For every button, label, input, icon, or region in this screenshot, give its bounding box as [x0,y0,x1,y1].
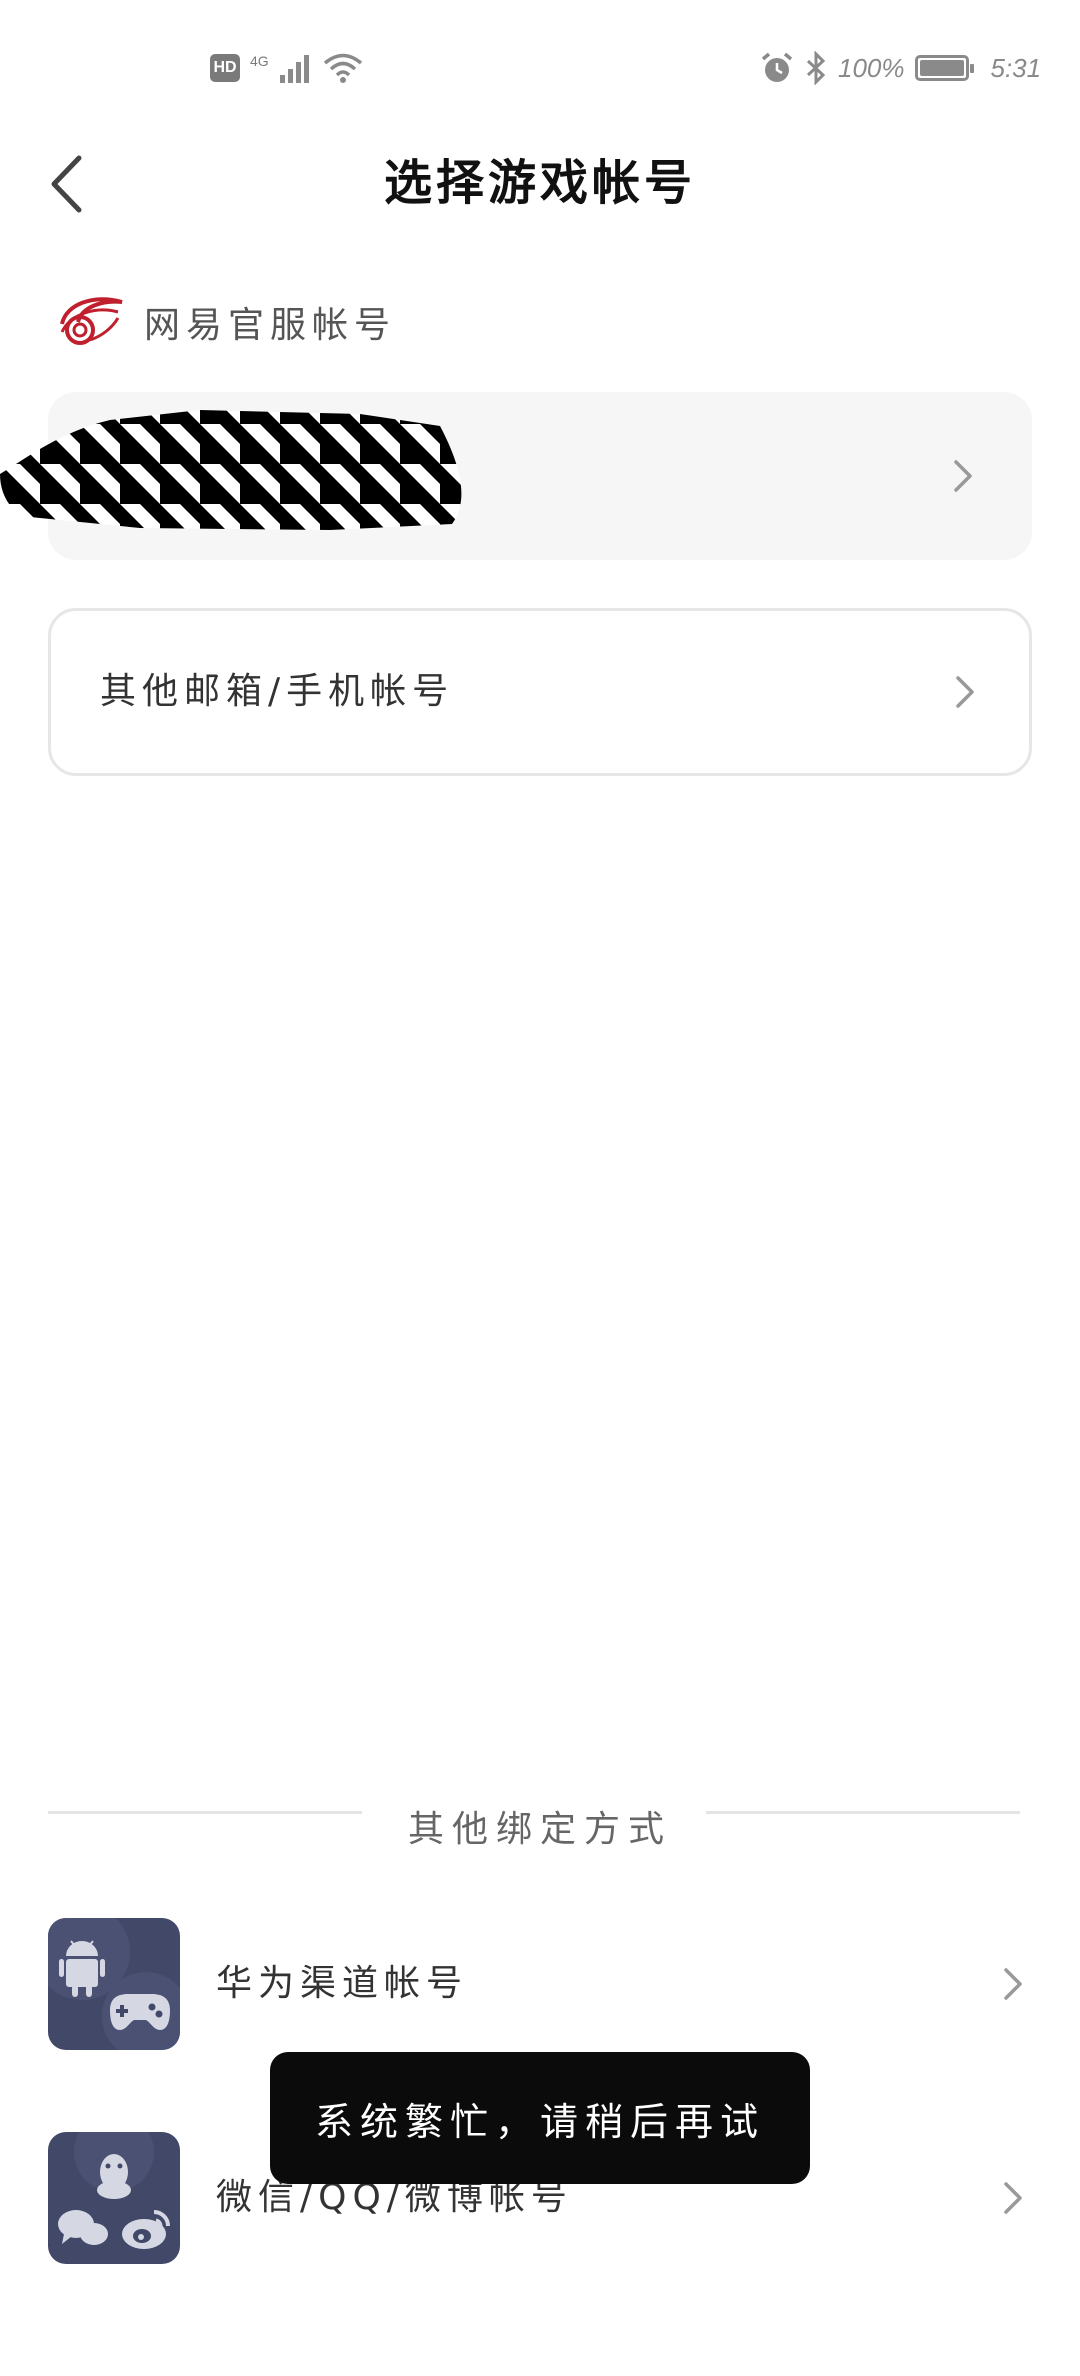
wifi-icon [323,53,362,83]
page-title: 选择游戏帐号 [383,155,696,211]
section-label: 网易官服帐号 [144,305,397,346]
netease-section-header: 网易官服帐号 [56,294,396,350]
signal-icon [279,55,309,83]
battery-fill [919,60,964,76]
wechat-icon [58,2210,108,2245]
redacted-account-name [0,410,462,530]
huawei-channel-icon [48,1918,180,2050]
battery-icon [914,55,974,81]
status-bar: HD 4G 100% 5:31 [0,0,1080,140]
social-icons [58,2132,170,2249]
social-accounts-icon [48,2132,180,2264]
divider-line-right [706,1811,1020,1814]
chevron-right-icon [1004,2182,1022,2214]
alarm-icon [761,52,793,82]
clock: 5:31 [990,52,1042,83]
chevron-right-icon [954,460,972,492]
chevron-right-icon [1004,1968,1022,2000]
divider-label: 其他绑定方式 [407,1809,672,1850]
toast: 系统繁忙，请稍后再试 [270,2052,810,2184]
android-gamepad-icon [48,1918,180,2050]
toast-message: 系统繁忙，请稍后再试 [314,2099,765,2144]
bind-option-huawei[interactable]: 华为渠道帐号 [48,1918,1038,2050]
battery-percent: 100% [838,52,905,83]
bluetooth-icon [806,51,826,85]
status-right: 100% 5:31 [760,48,1041,88]
chevron-right-icon [956,676,974,708]
hd-badge: HD [210,54,240,82]
netease-logo-icon [60,297,123,345]
status-left: HD 4G [210,48,363,88]
network-type: 4G [250,53,269,69]
other-account-label: 其他邮箱/手机帐号 [100,671,455,712]
bind-option-label: 华为渠道帐号 [216,1963,469,2004]
weibo-icon [122,2210,170,2249]
